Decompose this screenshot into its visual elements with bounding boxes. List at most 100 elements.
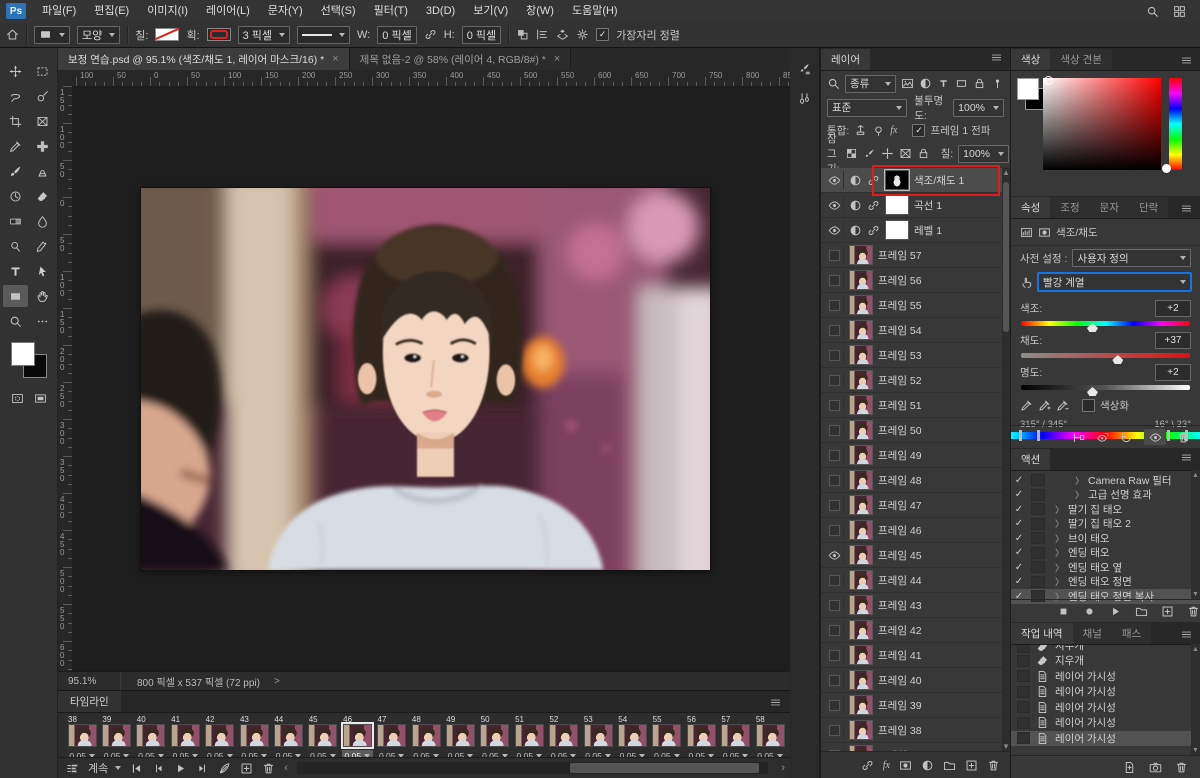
layer-row[interactable]: 프레임 50 [821, 418, 1002, 443]
layers-scrollbar[interactable]: ▲ ▼ [1002, 168, 1010, 752]
filter-shape-layers-icon[interactable] [955, 77, 968, 90]
new-layer-icon[interactable] [965, 759, 978, 772]
saturation-value-box[interactable] [1043, 78, 1161, 170]
frame-thumbnail[interactable] [617, 724, 647, 747]
frame-thumbnail[interactable] [549, 724, 579, 747]
frame-thumbnail[interactable] [136, 724, 166, 747]
frame-thumbnail[interactable] [67, 724, 97, 747]
layer-visibility-toggle[interactable] [825, 396, 844, 414]
blur-tool[interactable] [30, 210, 55, 232]
timeline-frame[interactable]: 44 0.05 [271, 715, 305, 762]
layer-row[interactable]: 프레임 43 [821, 593, 1002, 618]
slider-value-field[interactable]: +37 [1155, 331, 1191, 349]
layer-row[interactable]: 프레임 45 [821, 543, 1002, 568]
history-state-name[interactable]: 레이어 가시성 [1055, 715, 1116, 730]
history-source-toggle[interactable] [1017, 685, 1030, 698]
clone-stamp-tool[interactable] [30, 160, 55, 182]
timeline-frame[interactable]: 58 0.05 [753, 715, 787, 762]
eyedropper-minus-icon[interactable] [1056, 399, 1069, 412]
frame-thumbnail[interactable] [205, 724, 235, 747]
action-row[interactable]: ✓ 〉 고급 선명 효과 [1011, 488, 1200, 503]
layers-scroll-thumb[interactable] [1003, 182, 1009, 332]
new-set-folder-icon[interactable] [1135, 605, 1148, 618]
expand-arrow-icon[interactable]: 〉 [1055, 575, 1064, 588]
layer-thumbnail[interactable] [849, 445, 873, 465]
action-check-icon[interactable]: ✓ [1011, 562, 1027, 573]
layer-name[interactable]: 레벨 1 [914, 223, 942, 238]
filter-pixel-layers-icon[interactable] [901, 77, 914, 90]
timeline-frame[interactable]: 47 0.05 [375, 715, 409, 762]
layer-row[interactable]: 프레임 39 [821, 693, 1002, 718]
layer-thumbnail[interactable] [849, 420, 873, 440]
link-layers-icon[interactable] [861, 759, 874, 772]
layer-row[interactable]: 프레임 48 [821, 468, 1002, 493]
layer-visibility-toggle[interactable] [825, 621, 844, 639]
stroke-type-dropdown[interactable] [297, 25, 351, 44]
layer-name[interactable]: 프레임 42 [878, 623, 922, 638]
path-arrangement-icon[interactable] [556, 28, 569, 41]
layer-visibility-toggle[interactable] [825, 696, 844, 714]
layer-thumbnail[interactable] [849, 395, 873, 415]
layers-tab[interactable]: 레이어 [821, 49, 870, 70]
history-source-toggle[interactable] [1017, 670, 1030, 683]
clip-to-layer-icon[interactable] [1072, 431, 1085, 444]
action-name[interactable]: 엔딩 태오 정면 [1068, 574, 1132, 589]
history-state-row[interactable]: 레이어 가시성 [1011, 715, 1200, 731]
scroll-left-arrow[interactable]: ‹ [284, 762, 288, 774]
eyedropper-tool[interactable] [3, 135, 28, 157]
timeline-frame[interactable]: 53 0.05 [581, 715, 615, 762]
action-dialog-toggle[interactable] [1031, 561, 1045, 574]
workspace-icon[interactable] [1173, 5, 1186, 18]
action-name[interactable]: Camera Raw 필터 [1088, 473, 1172, 488]
history-state-name[interactable]: 레이어 가시성 [1055, 684, 1116, 699]
lock-artboard-icon[interactable] [899, 147, 912, 160]
layer-name[interactable]: 프레임 39 [878, 698, 922, 713]
canvas-image[interactable] [141, 188, 710, 570]
delete-layer-icon[interactable] [987, 759, 1000, 772]
layer-thumbnail[interactable] [849, 295, 873, 315]
timeline-frame[interactable]: 54 0.05 [615, 715, 649, 762]
screen-mode-icon[interactable] [34, 392, 47, 405]
menu-item[interactable]: 편집(E) [85, 1, 138, 22]
expand-arrow-icon[interactable]: 〉 [1075, 474, 1084, 487]
tool-mode-dropdown[interactable]: 모양 [77, 25, 121, 44]
history-source-toggle[interactable] [1017, 654, 1030, 667]
layer-name[interactable]: 프레임 43 [878, 598, 922, 613]
scroll-down-arrow[interactable]: ▼ [1192, 591, 1199, 598]
expand-arrow-icon[interactable]: 〉 [1055, 517, 1064, 530]
timeline-frame[interactable]: 52 0.05 [546, 715, 580, 762]
layer-thumbnail[interactable] [849, 720, 873, 740]
menu-item[interactable]: 도움말(H) [563, 1, 627, 22]
eyedropper-icon[interactable] [1020, 399, 1033, 412]
gradient-tool[interactable] [3, 210, 28, 232]
toggle-visibility-icon[interactable] [1144, 429, 1166, 445]
layer-thumbnail[interactable] [849, 570, 873, 590]
layer-visibility-toggle[interactable] [825, 246, 844, 264]
slider-value-field[interactable]: +2 [1155, 299, 1191, 317]
history-state-row[interactable]: 레이어 가시성 [1011, 669, 1200, 685]
layer-row[interactable]: 프레임 53 [821, 343, 1002, 368]
layer-row[interactable]: 프레임 57 [821, 243, 1002, 268]
layer-thumbnail[interactable] [849, 520, 873, 540]
fill-swatch[interactable] [155, 28, 180, 41]
next-frame-icon[interactable] [196, 762, 209, 775]
home-icon[interactable] [6, 28, 19, 41]
frame-thumbnail[interactable] [445, 724, 475, 747]
layer-row[interactable]: 프레임 40 [821, 668, 1002, 693]
timeline-frame[interactable]: 50 0.05 [478, 715, 512, 762]
stop-icon[interactable] [1057, 605, 1070, 618]
layer-visibility-toggle[interactable] [825, 496, 844, 514]
add-adjustment-icon[interactable] [921, 759, 934, 772]
action-name[interactable]: 브이 태오 [1068, 531, 1110, 546]
layer-thumbnail[interactable] [849, 670, 873, 690]
layer-visibility-toggle[interactable] [825, 671, 844, 689]
tab-1[interactable]: 속성 [1011, 197, 1051, 218]
add-mask-icon[interactable] [899, 759, 912, 772]
menu-item[interactable]: 레이어(L) [197, 1, 259, 22]
action-row[interactable]: ✓ 〉 딸기 집 태오 2 [1011, 517, 1200, 532]
frame-thumbnail[interactable] [480, 724, 510, 747]
stroke-swatch[interactable] [206, 28, 231, 41]
layer-thumbnail[interactable] [849, 595, 873, 615]
frame-thumbnail[interactable] [755, 724, 785, 747]
opacity-dropdown[interactable]: 100% [953, 98, 1004, 117]
